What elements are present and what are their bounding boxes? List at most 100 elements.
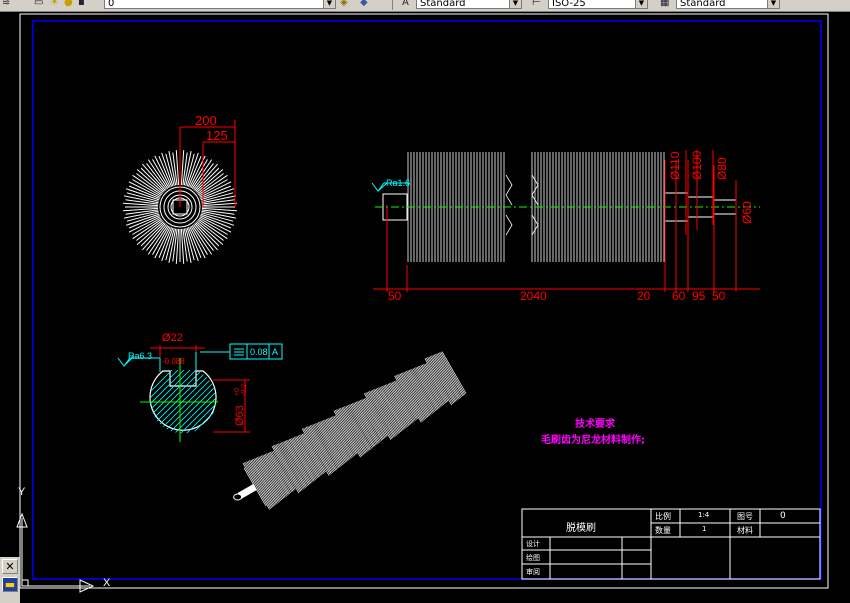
dim-95: 95 bbox=[692, 289, 706, 303]
text-style-value: Standard bbox=[420, 0, 466, 9]
ucs-x-label: X bbox=[103, 577, 111, 589]
dim-125: 125 bbox=[206, 128, 228, 143]
iso-bristle bbox=[337, 409, 365, 455]
iso-bristle bbox=[439, 352, 465, 396]
layer-state-icon[interactable]: ▭ bbox=[34, 0, 43, 9]
notes-line-1: 毛刷齿为尼龙材料制作; bbox=[541, 435, 645, 446]
break-line bbox=[505, 174, 513, 206]
tolerance-22: -0.088 bbox=[162, 357, 185, 366]
hatch-line bbox=[215, 370, 217, 434]
table-style-dropdown[interactable]: Standard ▼ bbox=[676, 0, 780, 9]
dim-style-dropdown[interactable]: ISO-25 ▼ bbox=[548, 0, 648, 9]
title-block-drawno-label: 图号 bbox=[737, 512, 753, 521]
dim-20: 20 bbox=[637, 289, 651, 303]
iso-bristle bbox=[287, 439, 313, 483]
dim-style-value: ISO-25 bbox=[552, 0, 586, 9]
layout-icon[interactable]: ▬ bbox=[2, 577, 18, 592]
text-style-icon[interactable]: A bbox=[402, 0, 409, 9]
table-style-value: Standard bbox=[680, 0, 726, 9]
iso-bristle bbox=[428, 356, 456, 403]
iso-bristle bbox=[285, 440, 312, 484]
dim-phi80: Ø80 bbox=[715, 157, 729, 180]
hatch-line bbox=[150, 370, 171, 434]
hatch-line bbox=[150, 370, 195, 434]
iso-bristle bbox=[336, 409, 364, 456]
hatch-line bbox=[150, 370, 217, 434]
layer-icon[interactable]: ≋ bbox=[2, 0, 10, 9]
iso-bristle bbox=[395, 375, 423, 422]
chevron-down-icon[interactable]: ▼ bbox=[323, 0, 335, 8]
iso-bristle bbox=[409, 369, 435, 412]
title-block-drawno-value: 0 bbox=[780, 511, 786, 521]
iso-bristle bbox=[256, 457, 283, 501]
gdt-tolerance-value: 0.08 bbox=[250, 347, 268, 357]
title-block-material-label: 材料 bbox=[737, 526, 753, 535]
layer-manager-icon[interactable]: ◆ bbox=[360, 0, 368, 9]
chevron-down-icon[interactable]: ▼ bbox=[509, 0, 521, 8]
color-icon[interactable]: ▪ bbox=[78, 0, 85, 9]
title-block-scale-value: 1:4 bbox=[698, 511, 710, 519]
hatch-line bbox=[179, 370, 217, 434]
hatch-line bbox=[197, 370, 217, 434]
dim-50-right: 50 bbox=[712, 289, 726, 303]
title-block-scale-label: 比例 bbox=[655, 512, 671, 521]
title-block-design-label: 设计 bbox=[526, 540, 540, 548]
dim-phi22: Ø22 bbox=[162, 332, 183, 344]
cad-drawing bbox=[16, 13, 829, 593]
iso-bristle bbox=[255, 457, 282, 501]
iso-bristle bbox=[407, 370, 433, 414]
hatch-line bbox=[173, 370, 217, 434]
iso-bristle bbox=[437, 352, 464, 397]
hatch-line bbox=[161, 370, 217, 434]
layer-value: 0 bbox=[108, 0, 115, 9]
dim-60: 60 bbox=[672, 289, 686, 303]
styles-toolbar: ≋ ▭ ☀ ● ▪ 0 ▼ ◈ ◆ A Standard ▼ ⊢ ISO-25 … bbox=[0, 0, 850, 12]
dim-200: 200 bbox=[195, 113, 217, 128]
iso-bristle bbox=[366, 392, 394, 439]
iso-shaft-end bbox=[233, 493, 243, 501]
roughness-ra63: Ra6.3 bbox=[128, 351, 153, 361]
sun-icon[interactable]: ☀ bbox=[50, 0, 59, 9]
lock-icon[interactable]: ● bbox=[64, 0, 73, 9]
hatch-line bbox=[150, 370, 189, 434]
break-line bbox=[505, 214, 513, 236]
separator bbox=[392, 0, 393, 10]
hatch-line bbox=[150, 370, 153, 434]
iso-bristle bbox=[275, 444, 303, 491]
chevron-down-icon[interactable]: ▼ bbox=[767, 0, 779, 8]
iso-bristle bbox=[367, 391, 395, 438]
break-line bbox=[531, 174, 539, 206]
dim-2040: 2040 bbox=[520, 289, 547, 303]
layer-previous-icon[interactable]: ◈ bbox=[340, 0, 348, 9]
text-style-dropdown[interactable]: Standard ▼ bbox=[416, 0, 522, 9]
floating-toolbar: ✕ ▬ bbox=[0, 557, 20, 603]
iso-shaft bbox=[237, 483, 257, 500]
hatch-line bbox=[185, 370, 217, 434]
hatch-line bbox=[66, 360, 146, 440]
shaft-section-view bbox=[66, 358, 218, 442]
close-icon[interactable]: ✕ bbox=[2, 559, 18, 574]
iso-bristle bbox=[347, 404, 374, 448]
title-block-qty-label: 数量 bbox=[655, 526, 671, 535]
iso-bristle bbox=[334, 410, 363, 457]
ucs-y-label: Y bbox=[18, 486, 26, 498]
hatch-line bbox=[150, 370, 177, 434]
title-block-qty-value: 1 bbox=[702, 525, 707, 533]
roughness-ra16: Ra1.6 bbox=[386, 178, 411, 188]
iso-bristle bbox=[317, 422, 343, 466]
dim-style-icon[interactable]: ⊢ bbox=[532, 0, 541, 9]
hatch-line bbox=[150, 370, 165, 434]
layer-dropdown[interactable]: 0 ▼ bbox=[104, 0, 336, 9]
chevron-down-icon[interactable]: ▼ bbox=[635, 0, 647, 8]
model-space-canvas[interactable]: 200 125 Ø110 Ø100 Ø80 Ø60 Ra1.6 50 2040 … bbox=[0, 12, 850, 603]
dim-phi63: Ø63 bbox=[234, 405, 246, 426]
notes-title: 技术要求 bbox=[575, 419, 615, 430]
tolerance-63-lower: -0.2 bbox=[241, 383, 248, 396]
title-block-draw-label: 绘图 bbox=[526, 554, 540, 562]
iso-bristle bbox=[396, 374, 424, 421]
tolerance-63-upper: +0 bbox=[234, 388, 241, 396]
title-block-check-label: 审阅 bbox=[526, 568, 540, 576]
ucs-icon bbox=[16, 512, 95, 593]
table-style-icon[interactable]: ▦ bbox=[660, 0, 669, 9]
iso-bristle bbox=[245, 461, 273, 508]
